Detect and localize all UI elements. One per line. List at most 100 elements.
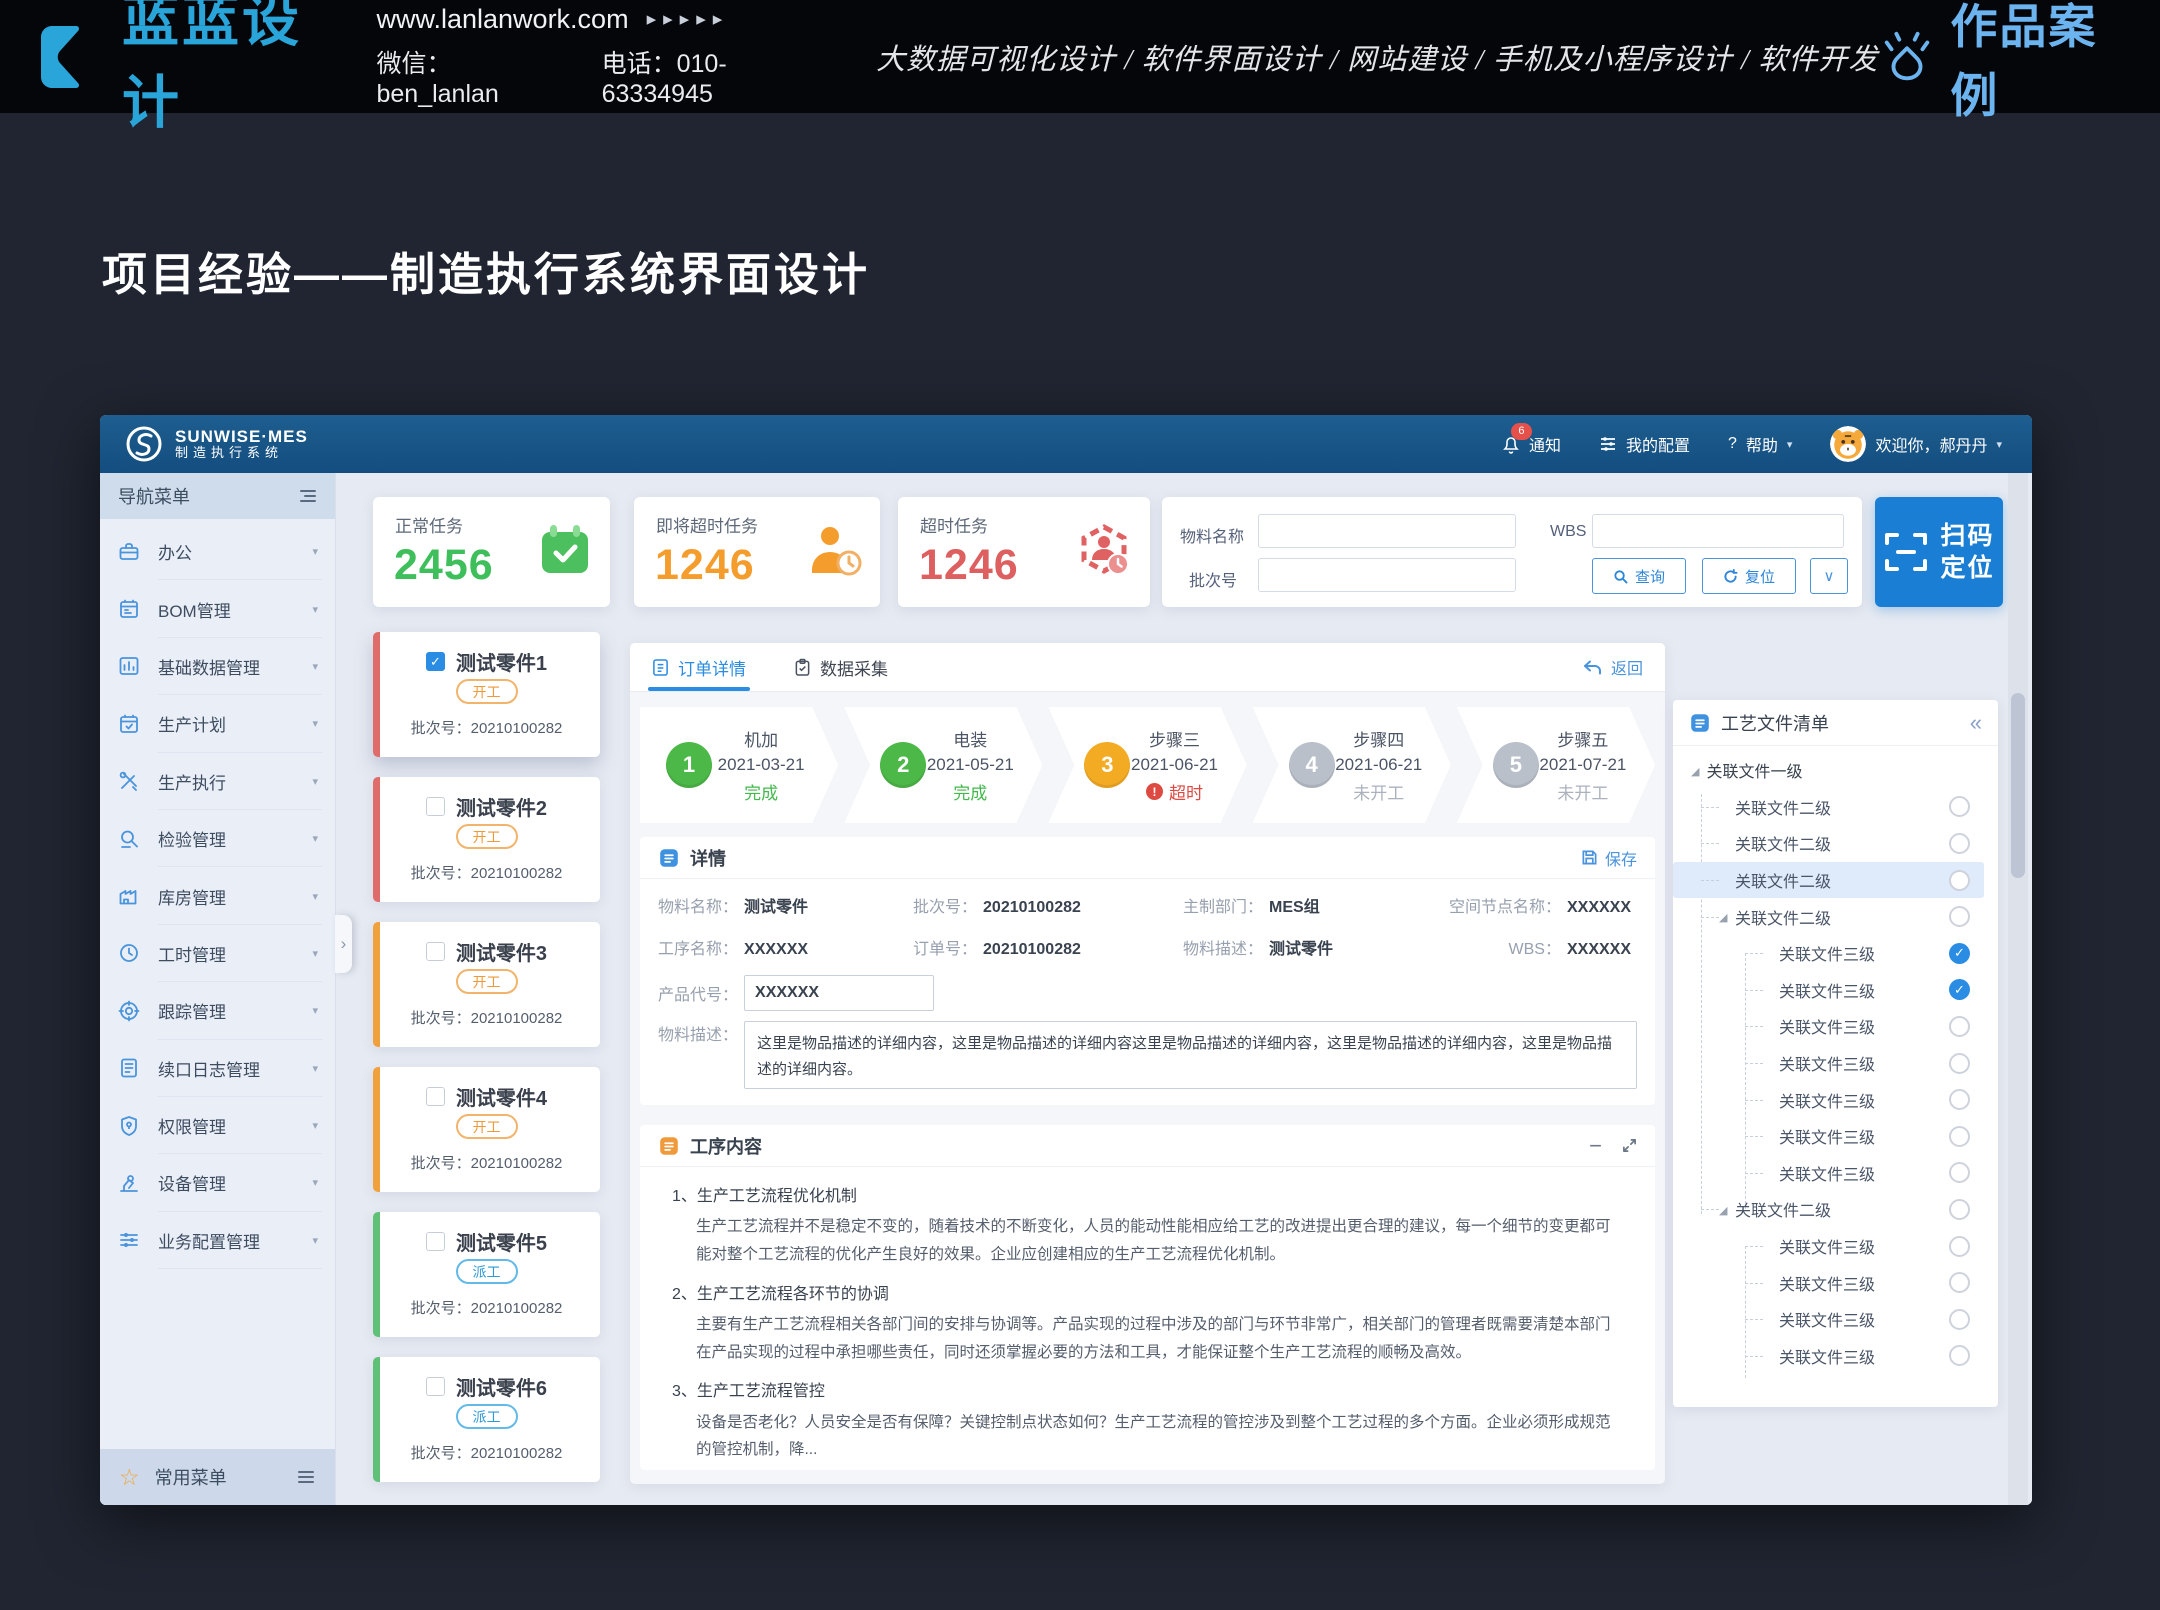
tree-node-level2-expanded[interactable]: ◢关联文件二级: [1673, 1191, 1984, 1228]
tree-node-level3[interactable]: 关联文件三级✓: [1673, 935, 1984, 972]
notifications-button[interactable]: 6 通知: [1502, 432, 1561, 456]
tree-node-level1[interactable]: ◢关联文件一级: [1673, 752, 1984, 789]
step-1[interactable]: 1 机加 2021-03-21 完成: [640, 707, 838, 823]
soon-overtime-task-count: 1246: [655, 541, 755, 590]
step-2[interactable]: 2 电装 2021-05-21 完成: [844, 707, 1042, 823]
radio-unchecked[interactable]: [1949, 1236, 1970, 1257]
tree-node-level3[interactable]: 关联文件三级: [1673, 1155, 1984, 1192]
brand-name: 蓝蓝设计: [122, 0, 334, 139]
radio-unchecked[interactable]: [1949, 1345, 1970, 1366]
bell-icon: 6: [1502, 434, 1520, 455]
sidebar-item-warehouse[interactable]: 库房管理▾: [100, 867, 335, 924]
part-card-1[interactable]: ✓测试零件1 开工 批次号：20210100282: [373, 632, 600, 757]
sidebar-item-inspection[interactable]: 检验管理▾: [100, 810, 335, 867]
part-card-6[interactable]: 测试零件6 派工 批次号：20210100282: [373, 1357, 600, 1482]
radio-unchecked[interactable]: [1949, 906, 1970, 927]
back-button[interactable]: 返回: [1583, 655, 1643, 679]
scan-locate-button[interactable]: 扫码定位: [1875, 497, 2003, 607]
sidebar-item-production-exec[interactable]: 生产执行▾: [100, 753, 335, 810]
sidebar-item-office[interactable]: 办公▾: [100, 523, 335, 580]
product-code-input[interactable]: XXXXXX: [744, 975, 934, 1011]
tree-node-level3[interactable]: 关联文件三级✓: [1673, 972, 1984, 1009]
tree-node-level3[interactable]: 关联文件三级: [1673, 1338, 1984, 1375]
tab-order-detail[interactable]: 订单详情: [652, 643, 746, 691]
radio-unchecked[interactable]: [1949, 796, 1970, 817]
hamburger-icon: [296, 1470, 316, 1484]
tree-expanded-caret[interactable]: ◢: [1691, 765, 1699, 778]
reset-button[interactable]: 复位: [1702, 558, 1796, 594]
batch-no-input[interactable]: [1258, 558, 1516, 592]
scrollbar-thumb[interactable]: [2011, 693, 2025, 878]
tree-expanded-caret[interactable]: ◢: [1719, 1204, 1727, 1217]
sidebar-item-work-hours[interactable]: 工时管理▾: [100, 925, 335, 982]
my-config-button[interactable]: 我的配置: [1599, 432, 1690, 456]
part-checkbox[interactable]: [426, 797, 445, 816]
sidebar-item-base-data[interactable]: 基础数据管理▾: [100, 638, 335, 695]
user-menu[interactable]: 欢迎你，郝丹丹 ▾: [1830, 426, 2002, 462]
tools-icon: [117, 769, 141, 793]
tree-node-level2[interactable]: 关联文件二级: [1673, 789, 1984, 826]
tree-node-level3[interactable]: 关联文件三级: [1673, 1008, 1984, 1045]
sidebar-item-bom[interactable]: BOM管理▾: [100, 580, 335, 637]
wbs-input[interactable]: [1592, 514, 1844, 548]
tree-node-level3[interactable]: 关联文件三级: [1673, 1228, 1984, 1265]
sidebar-item-tracking[interactable]: 跟踪管理▾: [100, 982, 335, 1039]
radio-unchecked[interactable]: [1949, 1126, 1970, 1147]
expand-filter-button[interactable]: ∨: [1810, 558, 1848, 594]
part-checkbox-checked[interactable]: ✓: [426, 652, 445, 671]
sidebar: 导航菜单 办公▾ BOM管理▾ 基础数据管理▾ 生产计划▾: [100, 473, 336, 1505]
check-circle-checked[interactable]: ✓: [1949, 943, 1970, 964]
sidebar-collapse-handle[interactable]: ›: [335, 915, 352, 973]
step-5[interactable]: 5 步骤五 2021-07-21 未开工: [1457, 707, 1655, 823]
radio-unchecked[interactable]: [1949, 1053, 1970, 1074]
step-3[interactable]: 3 步骤三 2021-06-21 !超时: [1048, 707, 1246, 823]
tree-node-level3[interactable]: 关联文件三级: [1673, 1301, 1984, 1338]
radio-unchecked[interactable]: [1949, 1199, 1970, 1220]
sidebar-item-production-plan[interactable]: 生产计划▾: [100, 695, 335, 752]
collapse-panel-icon[interactable]: «: [1970, 710, 1982, 736]
part-card-3[interactable]: 测试零件3 开工 批次号：20210100282: [373, 922, 600, 1047]
material-name-input[interactable]: [1258, 514, 1516, 548]
part-checkbox[interactable]: [426, 1377, 445, 1396]
radio-unchecked[interactable]: [1949, 1272, 1970, 1293]
tree-node-level2-expanded[interactable]: ◢关联文件二级: [1673, 898, 1984, 935]
sidebar-item-permissions[interactable]: 权限管理▾: [100, 1097, 335, 1154]
query-button[interactable]: 查询: [1592, 558, 1686, 594]
expand-icon[interactable]: [1622, 1138, 1637, 1153]
part-card-5[interactable]: 测试零件5 派工 批次号：20210100282: [373, 1212, 600, 1337]
part-checkbox[interactable]: [426, 1087, 445, 1106]
tree-node-level3[interactable]: 关联文件三级: [1673, 1081, 1984, 1118]
tab-data-collect[interactable]: 数据采集: [794, 643, 888, 691]
sidebar-item-interface-log[interactable]: 续口日志管理▾: [100, 1040, 335, 1097]
minimize-icon[interactable]: −: [1589, 1135, 1602, 1157]
radio-unchecked[interactable]: [1949, 1309, 1970, 1330]
radio-unchecked[interactable]: [1949, 1162, 1970, 1183]
sidebar-item-equipment[interactable]: 设备管理▾: [100, 1154, 335, 1211]
field-value: 测试零件: [744, 893, 808, 917]
step-4[interactable]: 4 步骤四 2021-06-21 未开工: [1253, 707, 1451, 823]
tree-node-level2[interactable]: 关联文件二级: [1673, 825, 1984, 862]
radio-unchecked[interactable]: [1949, 1016, 1970, 1037]
radio-unchecked[interactable]: [1949, 870, 1970, 891]
sidebar-footer-favorites[interactable]: ☆ 常用菜单: [100, 1449, 335, 1505]
tree-node-level2-selected[interactable]: 关联文件二级: [1673, 862, 1984, 899]
tree-expanded-caret[interactable]: ◢: [1719, 911, 1727, 924]
part-checkbox[interactable]: [426, 1232, 445, 1251]
sidebar-item-business-config[interactable]: 业务配置管理▾: [100, 1212, 335, 1269]
batch-no-label: 批次号: [1189, 567, 1237, 591]
help-menu[interactable]: ? 帮助 ▾: [1728, 432, 1792, 456]
vertical-scrollbar[interactable]: [2008, 473, 2028, 1505]
part-checkbox[interactable]: [426, 942, 445, 961]
tree-node-level3[interactable]: 关联文件三级: [1673, 1264, 1984, 1301]
overtime-task-count: 1246: [919, 541, 1019, 590]
radio-unchecked[interactable]: [1949, 833, 1970, 854]
part-card-4[interactable]: 测试零件4 开工 批次号：20210100282: [373, 1067, 600, 1192]
check-circle-checked[interactable]: ✓: [1949, 979, 1970, 1000]
radio-unchecked[interactable]: [1949, 1089, 1970, 1110]
tree-node-level3[interactable]: 关联文件三级: [1673, 1118, 1984, 1155]
save-button[interactable]: 保存: [1581, 846, 1637, 870]
material-desc-textarea[interactable]: 这里是物品描述的详细内容，这里是物品描述的详细内容这里是物品描述的详细内容，这里…: [744, 1021, 1637, 1089]
tree-node-level3[interactable]: 关联文件三级: [1673, 1045, 1984, 1082]
menu-collapse-icon[interactable]: [297, 489, 317, 503]
part-card-2[interactable]: 测试零件2 开工 批次号：20210100282: [373, 777, 600, 902]
